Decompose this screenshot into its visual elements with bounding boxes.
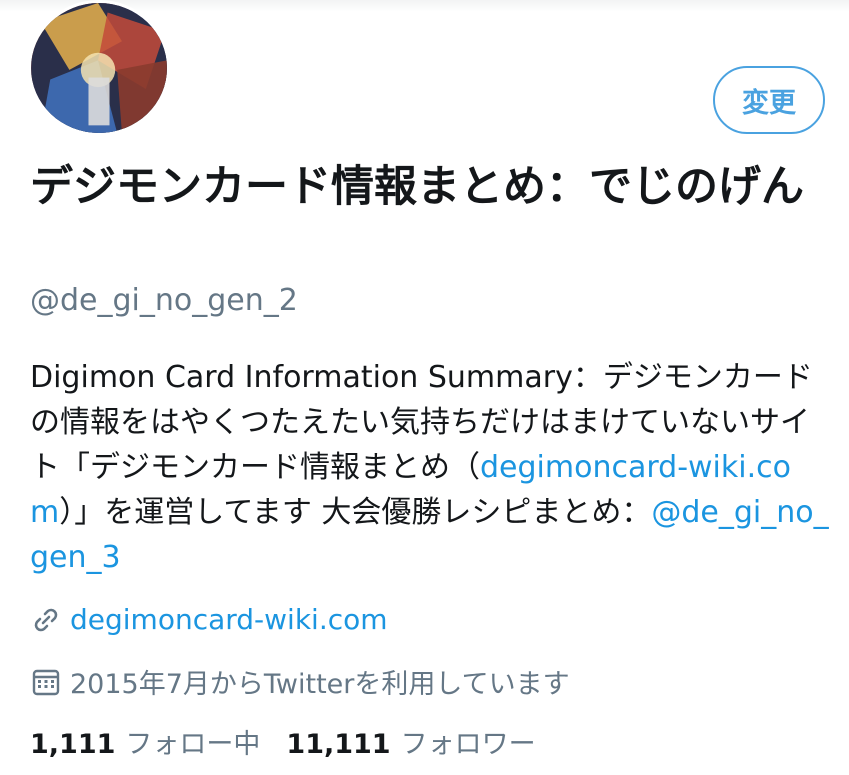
followers-count[interactable]: 11,111 [286, 729, 390, 760]
following-label[interactable]: フォロー中 [125, 722, 260, 761]
following-count[interactable]: 1,111 [30, 729, 115, 760]
profile-stats: 1,111 フォロー中 11,111 フォロワー [30, 722, 562, 761]
profile-joined-row: 2015年7月からTwitterを利用しています [30, 662, 570, 701]
link-icon [30, 604, 62, 636]
profile-website-row: degimoncard-wiki.com [30, 603, 388, 636]
profile-joined-text: 2015年7月からTwitterを利用しています [70, 669, 570, 700]
avatar-artwork [31, 3, 167, 133]
profile-handle: @de_gi_no_gen_2 [30, 283, 298, 318]
followers-label[interactable]: フォロワー [401, 722, 536, 761]
profile-avatar[interactable] [28, 0, 170, 136]
bio-text-2: ）」を運営してます 大会優勝レシピまとめ： [59, 495, 652, 530]
calendar-icon [30, 666, 62, 698]
profile-display-name: デジモンカード情報まとめ：でじのげん [30, 162, 804, 212]
profile-bio: Digimon Card Information Summary：デジモンカード… [30, 355, 830, 580]
edit-profile-button[interactable]: 変更 [713, 66, 825, 134]
profile-website-link[interactable]: degimoncard-wiki.com [70, 603, 388, 636]
